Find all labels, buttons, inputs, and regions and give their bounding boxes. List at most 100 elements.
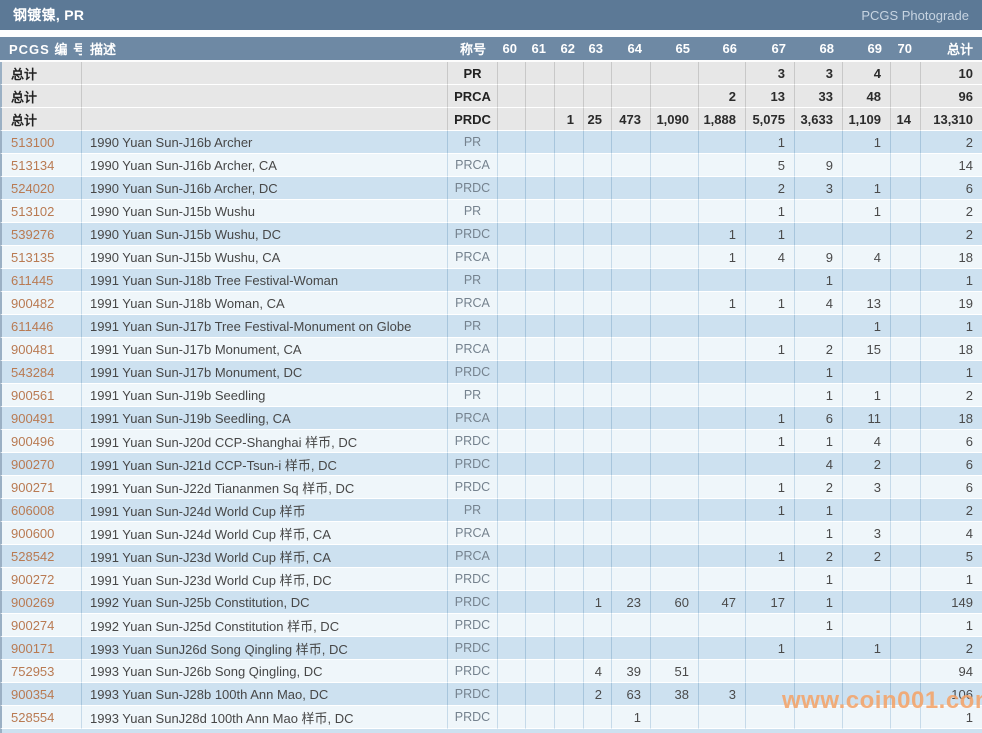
- pcgs-number-link[interactable]: 900171: [0, 637, 82, 660]
- grade-63-count: [584, 407, 612, 430]
- pcgs-number-link[interactable]: 513134: [0, 154, 82, 177]
- designation-badge: PR: [448, 269, 498, 292]
- grade-62-count: [555, 522, 584, 545]
- grade-65-count: [651, 614, 699, 637]
- pcgs-number-link[interactable]: 528554: [0, 706, 82, 729]
- grade-63-count: 2: [584, 683, 612, 706]
- grade-63-count: [584, 246, 612, 269]
- grade-66-count: [699, 62, 746, 85]
- grade-62-count: [555, 269, 584, 292]
- pcgs-number-link[interactable]: 900272: [0, 568, 82, 591]
- pcgs-number-link[interactable]: 611445: [0, 269, 82, 292]
- row-total: 1: [921, 568, 982, 591]
- grade-70-count: [891, 476, 921, 499]
- grade-66-count: [699, 269, 746, 292]
- grade-69-count: [843, 591, 891, 614]
- pcgs-number-link[interactable]: 528542: [0, 545, 82, 568]
- pcgs-number-link[interactable]: 539276: [0, 223, 82, 246]
- grade-65-count: [651, 177, 699, 200]
- grade-64-count: [612, 269, 651, 292]
- grade-62-count: [555, 384, 584, 407]
- grade-67-count: [746, 361, 795, 384]
- pcgs-number-link[interactable]: 900496: [0, 430, 82, 453]
- grade-62-count: [555, 62, 584, 85]
- grade-67-count: 1: [746, 292, 795, 315]
- pcgs-number-link[interactable]: 611446: [0, 315, 82, 338]
- column-header-grade-68: 68: [795, 37, 843, 62]
- coin-description: 1991 Yuan Sun-J17b Tree Festival-Monumen…: [82, 315, 448, 338]
- totals-label: 总计: [0, 62, 82, 85]
- grade-60-count: [498, 614, 526, 637]
- grade-68-count: 4: [795, 292, 843, 315]
- pcgs-number-link[interactable]: 606008: [0, 499, 82, 522]
- grade-61-count: [526, 637, 555, 660]
- grade-65-count: [651, 223, 699, 246]
- grade-70-count: [891, 131, 921, 154]
- pcgs-number-link[interactable]: 543284: [0, 361, 82, 384]
- pcgs-number-link[interactable]: 513102: [0, 200, 82, 223]
- grade-67-count: 1: [746, 338, 795, 361]
- grade-69-count: 4: [843, 430, 891, 453]
- table-row: 5285541993 Yuan SunJ28d 100th Ann Mao 样币…: [0, 706, 982, 729]
- grade-64-count: [612, 384, 651, 407]
- table-row: 9004961991 Yuan Sun-J20d CCP-Shanghai 样币…: [0, 430, 982, 453]
- pcgs-number-link[interactable]: 524020: [0, 177, 82, 200]
- pcgs-number-link[interactable]: 900270: [0, 453, 82, 476]
- grade-67-count: 17: [746, 591, 795, 614]
- title-bar: 钢镀镍, PR PCGS Photograde: [0, 0, 982, 30]
- grade-69-count: [843, 614, 891, 637]
- pcgs-number-link[interactable]: 900481: [0, 338, 82, 361]
- grade-66-count: [699, 200, 746, 223]
- grade-68-count: 2: [795, 545, 843, 568]
- column-header-description: 描述: [82, 37, 448, 62]
- designation-badge: PRCA: [448, 545, 498, 568]
- grade-61-count: [526, 177, 555, 200]
- row-total: 2: [921, 499, 982, 522]
- pcgs-number-link[interactable]: 513135: [0, 246, 82, 269]
- grade-63-count: [584, 62, 612, 85]
- pcgs-number-link[interactable]: 900482: [0, 292, 82, 315]
- grade-67-count: [746, 269, 795, 292]
- grade-62-count: [555, 545, 584, 568]
- pcgs-number-link[interactable]: 900600: [0, 522, 82, 545]
- row-total: 2: [921, 223, 982, 246]
- grade-68-count: 9: [795, 246, 843, 269]
- grade-60-count: [498, 315, 526, 338]
- grade-61-count: [526, 476, 555, 499]
- table-row: 5432841991 Yuan Sun-J17b Monument, DCPRD…: [0, 361, 982, 384]
- grade-65-count: [651, 453, 699, 476]
- table-row: 5285421991 Yuan Sun-J23d World Cup 样币, C…: [0, 545, 982, 568]
- grade-63-count: [584, 154, 612, 177]
- table-row: 5392761990 Yuan Sun-J15b Wushu, DCPRDC11…: [0, 223, 982, 246]
- pcgs-number-link[interactable]: 900274: [0, 614, 82, 637]
- grade-64-count: 39: [612, 660, 651, 683]
- pcgs-number-link[interactable]: 513100: [0, 131, 82, 154]
- grade-63-count: [584, 499, 612, 522]
- photograde-label: PCGS Photograde: [861, 8, 969, 23]
- grade-68-count: 1: [795, 430, 843, 453]
- pcgs-number-link[interactable]: 900269: [0, 591, 82, 614]
- pcgs-number-link[interactable]: 900354: [0, 683, 82, 706]
- grade-61-count: [526, 200, 555, 223]
- grade-65-count: [651, 476, 699, 499]
- grade-63-count: [584, 706, 612, 729]
- designation-badge: PRDC: [448, 591, 498, 614]
- grade-68-count: 1: [795, 384, 843, 407]
- pcgs-number-link[interactable]: 900561: [0, 384, 82, 407]
- grade-66-count: [699, 154, 746, 177]
- grade-68-count: [795, 637, 843, 660]
- row-total: 1: [921, 706, 982, 729]
- grade-61-count: [526, 683, 555, 706]
- pcgs-number-link[interactable]: 752953: [0, 660, 82, 683]
- pcgs-number-link[interactable]: 900491: [0, 407, 82, 430]
- pcgs-number-link[interactable]: 900271: [0, 476, 82, 499]
- grade-61-count: [526, 269, 555, 292]
- grade-66-count: [699, 361, 746, 384]
- grade-65-count: 60: [651, 591, 699, 614]
- row-total: 4: [921, 522, 982, 545]
- table-row: 9005611991 Yuan Sun-J19b SeedlingPR112: [0, 384, 982, 407]
- grade-64-count: [612, 131, 651, 154]
- grade-66-count: [699, 545, 746, 568]
- row-total: 14: [921, 154, 982, 177]
- grade-64-count: [612, 476, 651, 499]
